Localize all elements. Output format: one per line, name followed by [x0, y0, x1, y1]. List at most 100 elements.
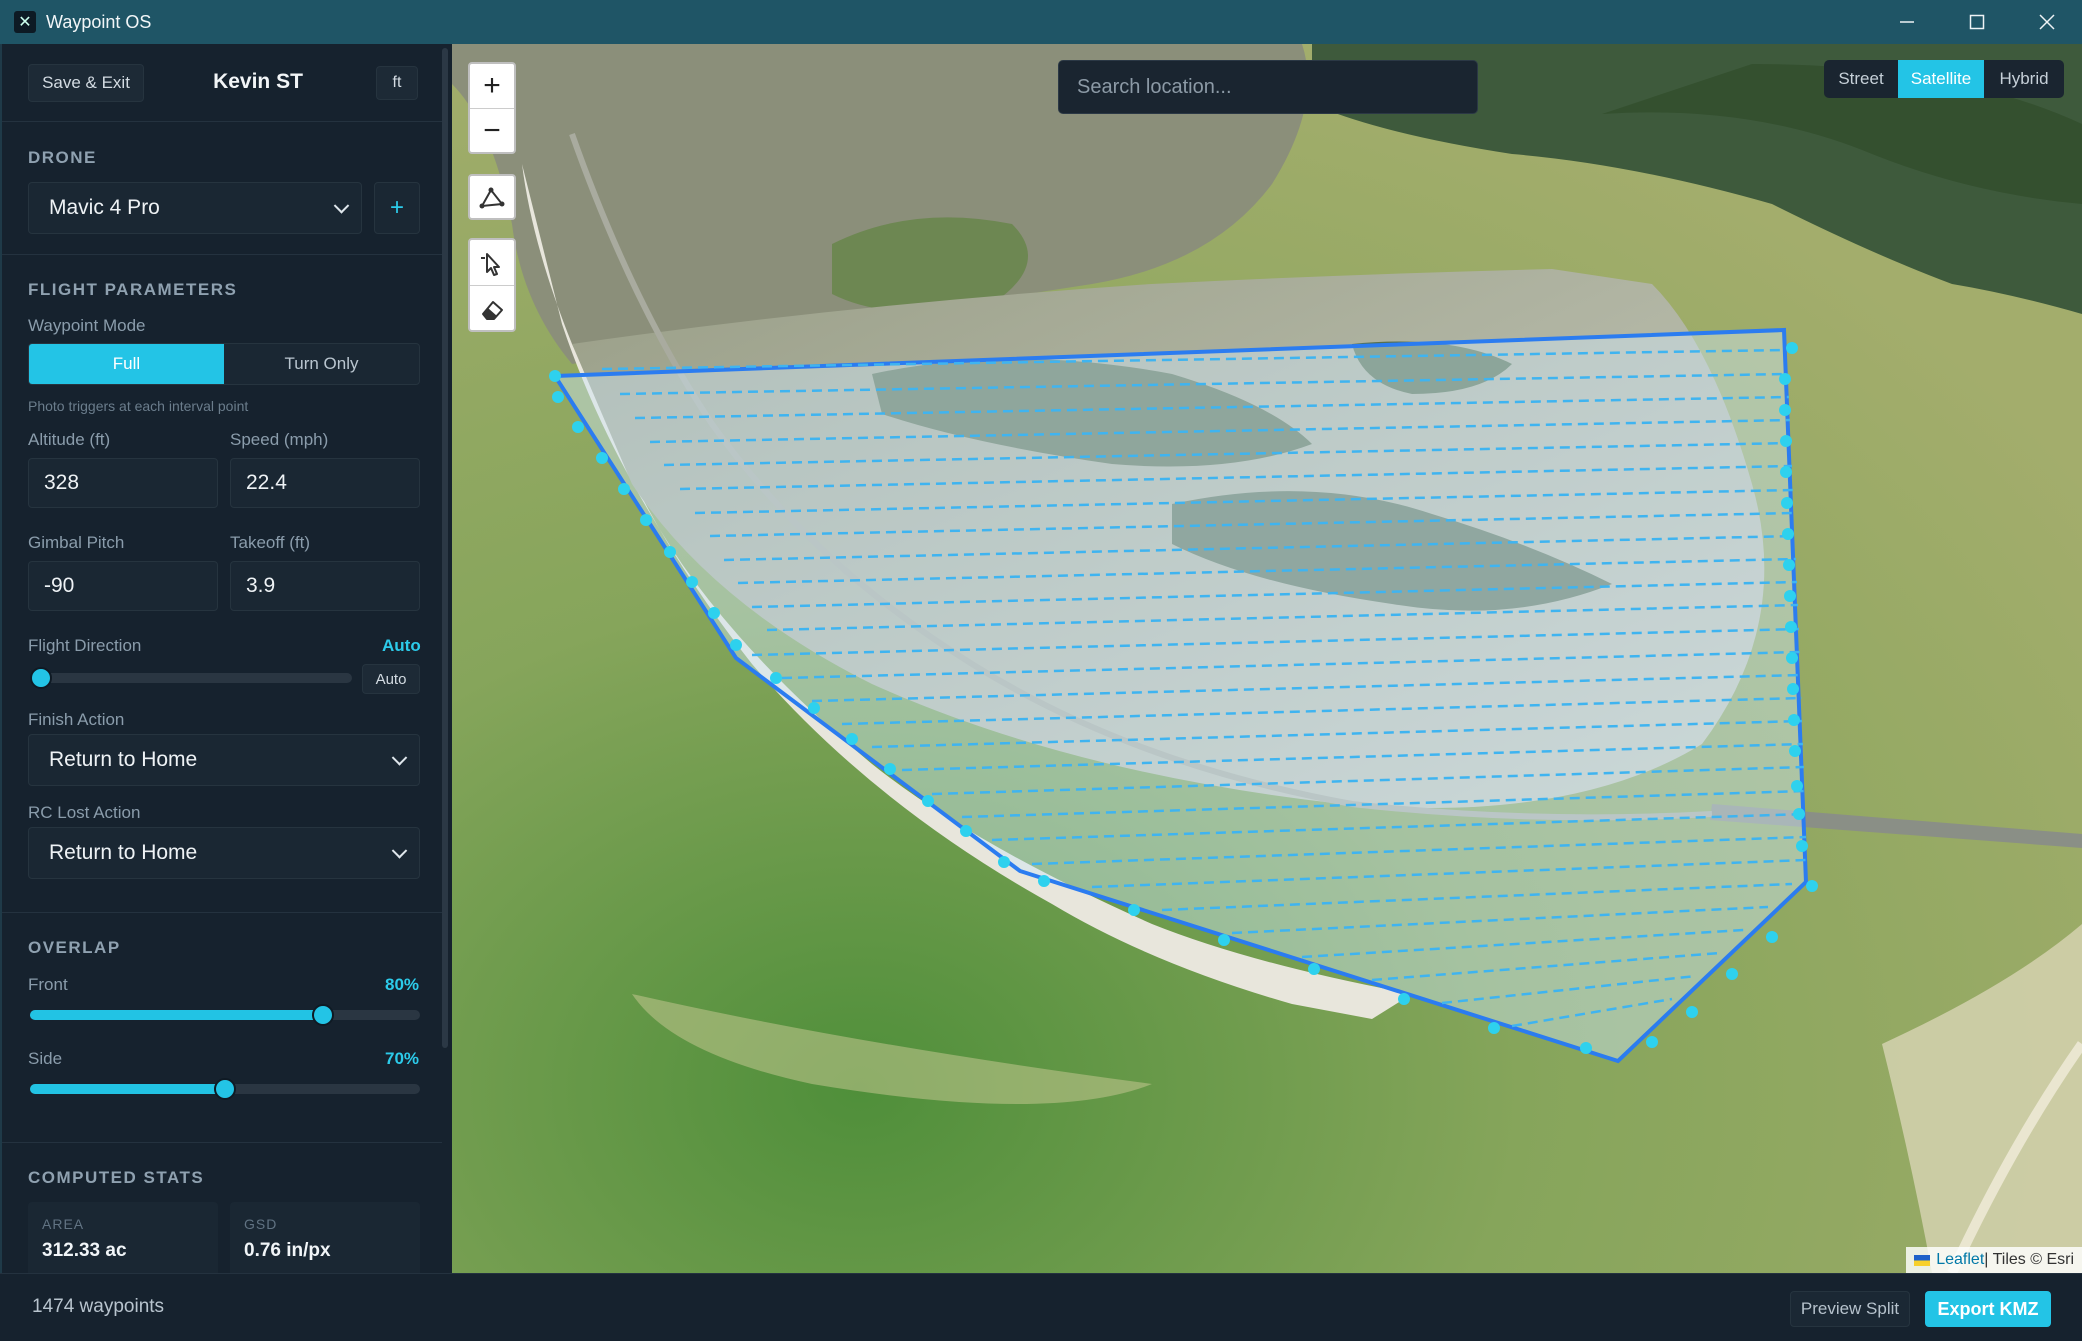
takeoff-field[interactable]: 3.9 — [230, 561, 420, 611]
sidebar-scrollbar[interactable] — [442, 48, 448, 1048]
finish-action-label: Finish Action — [28, 710, 125, 729]
altitude-field[interactable]: 328 — [28, 458, 218, 508]
waypoint-marker[interactable] — [1779, 373, 1791, 385]
edit-cursor-icon — [481, 252, 500, 276]
waypoint-marker[interactable] — [549, 370, 561, 382]
map-layer-switch: Street Satellite Hybrid — [1824, 60, 2064, 98]
waypoint-marker[interactable] — [1806, 880, 1818, 892]
waypoint-marker[interactable] — [808, 702, 820, 714]
waypoint-marker[interactable] — [1785, 621, 1797, 633]
waypoint-marker[interactable] — [1580, 1042, 1592, 1054]
layer-street-button[interactable]: Street — [1824, 60, 1898, 98]
waypoint-marker[interactable] — [572, 421, 584, 433]
drone-select[interactable]: Mavic 4 Pro — [28, 182, 362, 234]
waypoint-marker[interactable] — [1726, 968, 1738, 980]
tiles-attribution: | Tiles © Esri — [1984, 1251, 2074, 1268]
waypoint-marker[interactable] — [1786, 342, 1798, 354]
side-overlap-label: Side — [28, 1049, 63, 1068]
leaflet-link[interactable]: Leaflet — [1936, 1251, 1984, 1269]
waypoint-marker[interactable] — [1686, 1006, 1698, 1018]
search-location-input[interactable]: Search location... — [1058, 60, 1478, 114]
waypoint-marker[interactable] — [1128, 904, 1140, 916]
mode-turn-only-option[interactable]: Turn Only — [224, 344, 419, 384]
waypoint-marker[interactable] — [1488, 1022, 1500, 1034]
flight-direction-slider[interactable] — [30, 673, 352, 683]
waypoint-marker[interactable] — [1782, 528, 1794, 540]
erase-button[interactable] — [470, 286, 514, 331]
close-icon — [2039, 14, 2055, 30]
waypoint-marker[interactable] — [552, 391, 564, 403]
edit-tools-group — [468, 238, 516, 332]
add-drone-button[interactable]: + — [374, 182, 420, 234]
waypoint-marker[interactable] — [1038, 875, 1050, 887]
waypoint-marker[interactable] — [1646, 1036, 1658, 1048]
waypoint-marker[interactable] — [1766, 931, 1778, 943]
flight-direction-label: Flight Direction — [28, 636, 142, 655]
waypoint-marker[interactable] — [1308, 963, 1320, 975]
gsd-stat-card: GSD 0.76 in/px — [230, 1202, 420, 1273]
waypoint-marker[interactable] — [708, 607, 720, 619]
waypoint-mode-label: Waypoint Mode — [28, 316, 146, 335]
gimbal-pitch-field[interactable]: -90 — [28, 561, 218, 611]
drone-select-value: Mavic 4 Pro — [49, 196, 160, 219]
zoom-out-button[interactable]: − — [470, 109, 514, 153]
waypoint-marker[interactable] — [1788, 714, 1800, 726]
waypoint-marker[interactable] — [1786, 652, 1798, 664]
waypoint-marker[interactable] — [960, 825, 972, 837]
waypoint-count: 1474 waypoints — [32, 1296, 165, 1317]
rc-lost-action-select[interactable]: Return to Home — [28, 827, 420, 879]
waypoint-marker[interactable] — [618, 483, 630, 495]
close-button[interactable] — [2012, 0, 2082, 44]
waypoint-marker[interactable] — [686, 576, 698, 588]
waypoint-marker[interactable] — [1783, 559, 1795, 571]
units-toggle[interactable]: ft — [376, 66, 418, 100]
waypoint-marker[interactable] — [770, 672, 782, 684]
waypoint-marker[interactable] — [1218, 934, 1230, 946]
flight-direction-value: Auto — [382, 636, 421, 655]
waypoint-marker[interactable] — [1787, 683, 1799, 695]
layer-satellite-button[interactable]: Satellite — [1898, 60, 1984, 98]
waypoint-marker[interactable] — [1791, 780, 1803, 792]
divider — [2, 1142, 442, 1143]
maximize-button[interactable] — [1942, 0, 2012, 44]
map-view[interactable]: + − Search location... Street Satellite … — [452, 44, 2082, 1273]
mode-full-option[interactable]: Full — [29, 344, 224, 384]
waypoint-marker[interactable] — [640, 514, 652, 526]
eraser-icon — [482, 300, 503, 320]
waypoint-marker[interactable] — [1779, 404, 1791, 416]
overlap-section-title: OVERLAP — [28, 938, 121, 957]
save-exit-button[interactable]: Save & Exit — [28, 64, 144, 102]
waypoint-marker[interactable] — [998, 856, 1010, 868]
minimize-button[interactable] — [1872, 0, 1942, 44]
waypoint-marker[interactable] — [1793, 808, 1805, 820]
draw-polygon-button[interactable] — [468, 174, 516, 220]
waypoint-marker[interactable] — [1780, 435, 1792, 447]
drone-section-title: DRONE — [28, 148, 97, 167]
zoom-in-button[interactable]: + — [470, 64, 514, 108]
chevron-down-icon — [333, 198, 350, 214]
waypoint-marker[interactable] — [664, 546, 676, 558]
export-kmz-button[interactable]: Export KMZ — [1925, 1291, 2051, 1327]
preview-split-button[interactable]: Preview Split — [1790, 1291, 1910, 1327]
gsd-stat-value: 0.76 in/px — [244, 1240, 331, 1261]
front-overlap-slider-thumb[interactable] — [312, 1004, 334, 1026]
side-overlap-slider-thumb[interactable] — [214, 1078, 236, 1100]
layer-hybrid-button[interactable]: Hybrid — [1984, 60, 2064, 98]
flight-direction-auto-button[interactable]: Auto — [362, 664, 420, 694]
flight-direction-slider-thumb[interactable] — [30, 667, 52, 689]
waypoint-marker[interactable] — [846, 733, 858, 745]
waypoint-marker[interactable] — [730, 639, 742, 651]
waypoint-marker[interactable] — [1784, 590, 1796, 602]
waypoint-marker[interactable] — [884, 763, 896, 775]
speed-field[interactable]: 22.4 — [230, 458, 420, 508]
waypoint-marker[interactable] — [1781, 497, 1793, 509]
waypoint-marker[interactable] — [922, 795, 934, 807]
finish-action-select[interactable]: Return to Home — [28, 734, 420, 786]
waypoint-marker[interactable] — [596, 452, 608, 464]
edit-vertices-button[interactable] — [470, 240, 514, 285]
app-logo-icon: ✕ — [14, 11, 36, 33]
waypoint-marker[interactable] — [1789, 745, 1801, 757]
waypoint-marker[interactable] — [1780, 466, 1792, 478]
waypoint-marker[interactable] — [1398, 993, 1410, 1005]
waypoint-marker[interactable] — [1796, 840, 1808, 852]
